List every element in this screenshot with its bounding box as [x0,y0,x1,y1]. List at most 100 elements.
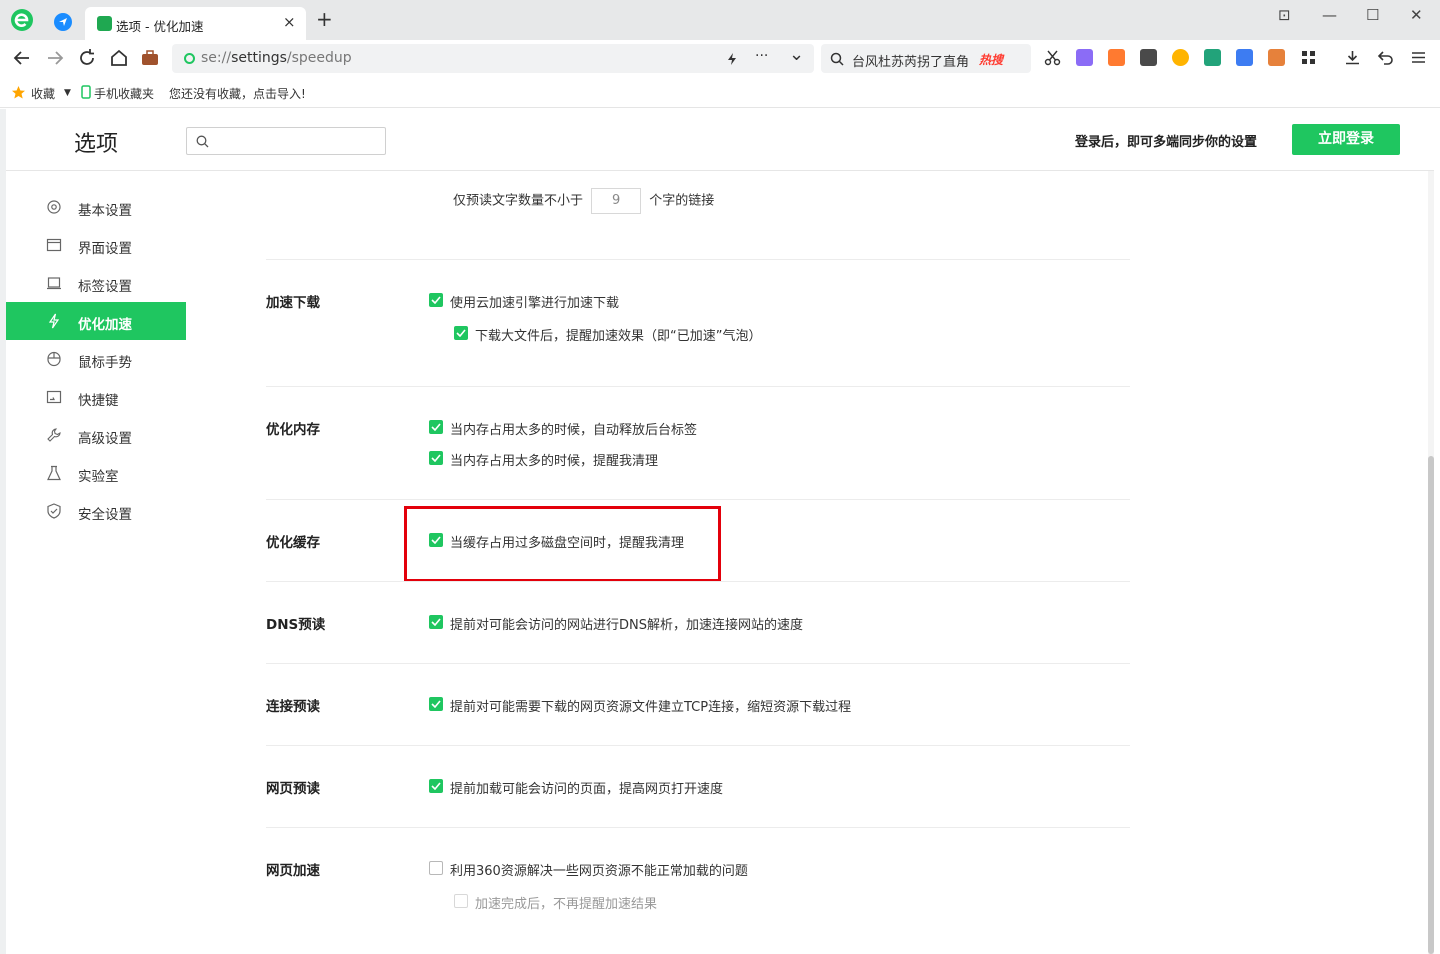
reader-icon[interactable] [1140,49,1157,66]
briefcase-icon[interactable] [139,47,161,69]
lightning-icon[interactable] [725,52,739,66]
highlight-box [404,506,721,582]
screen-record-icon[interactable] [1236,49,1253,66]
gear-icon [47,200,61,214]
section-title-connect: 连接预读 [266,699,320,715]
settings-header: 选项 登录后，即可多端同步你的设置 立即登录 [6,109,1434,171]
sidebar-item-label: 安全设置 [78,507,132,523]
checkbox-checked-icon[interactable] [429,293,443,307]
tab-settings[interactable]: 选项 - 优化加速 × [85,7,306,40]
sync-hint-text: 登录后，即可多端同步你的设置 [1075,135,1258,150]
checkbox-unchecked-icon[interactable] [429,861,443,875]
chevron-down-icon[interactable]: ⌄ [789,44,804,65]
favorites-button[interactable]: 收藏 [31,85,55,102]
sidebar-item-label: 优化加速 [78,317,132,333]
shield-icon [47,503,61,519]
home-icon[interactable] [108,47,130,69]
checkbox-checked-icon[interactable] [429,697,443,711]
sidebar-item-basic[interactable]: 基本设置 [6,188,186,226]
new-tab-button[interactable]: + [316,9,333,29]
settings-content: 仅预读文字数量不小于 9 个字的链接 加速下载 使用云加速引擎进行加速下载 下载… [186,172,1426,954]
divider [266,745,1130,746]
sidebar-item-label: 鼠标手势 [78,355,132,371]
checkbox-checked-icon[interactable] [429,451,443,465]
skin-icon[interactable]: ⊡ [1278,6,1291,24]
scrollbar-thumb[interactable] [1428,456,1434,954]
refresh-icon[interactable] [76,47,98,69]
hot-search-badge[interactable]: 热搜 [979,51,1003,68]
checkbox-checked-icon[interactable] [429,420,443,434]
sidebar-item-shortcuts[interactable]: 快捷键 [6,378,186,416]
close-tab-icon[interactable]: × [283,13,296,31]
game-icon[interactable] [1108,49,1125,66]
close-window-button[interactable]: ✕ [1410,6,1423,24]
translate-icon[interactable] [1076,49,1093,66]
sidebar-item-speedup[interactable]: 优化加速 [6,302,186,340]
settings-search-input[interactable] [186,127,386,155]
more-icon[interactable]: ··· [755,48,768,64]
section-title-download: 加速下载 [266,295,320,311]
import-hint-link[interactable]: 您还没有收藏，点击导入! [169,85,306,102]
mobile-favorites-link[interactable]: 手机收藏夹 [94,85,154,102]
login-button[interactable]: 立即登录 [1292,124,1400,155]
lightning-icon [48,313,60,329]
download-icon[interactable] [1344,49,1361,66]
forward-icon[interactable] [44,47,66,69]
browser-logo-icon[interactable] [10,8,34,32]
option-label: 提前对可能会访问的网站进行DNS解析，加速连接网站的速度 [450,618,803,633]
section-title-page-speedup: 网页加速 [266,863,320,879]
search-icon [830,52,844,66]
sidebar-item-tabs[interactable]: 标签设置 [6,264,186,302]
menu-icon[interactable] [1410,49,1427,66]
option-label: 当内存占用太多的时候，提醒我清理 [450,454,659,469]
sidebar-item-mouse-gesture[interactable]: 鼠标手势 [6,340,186,378]
sidebar-item-interface[interactable]: 界面设置 [6,226,186,264]
phone-icon [81,85,91,99]
extension-icon[interactable] [1268,49,1285,66]
section-title-memory: 优化内存 [266,422,320,438]
divider [266,259,1130,260]
checkbox-checked-icon[interactable] [429,615,443,629]
minimize-button[interactable]: — [1322,6,1337,24]
maximize-button[interactable]: ☐ [1366,6,1379,24]
secure-icon [184,53,195,64]
chatgpt-icon[interactable] [1204,49,1221,66]
favorites-dropdown-icon[interactable]: ▼ [64,88,71,98]
security-shield-icon[interactable] [1172,49,1189,66]
apps-grid-icon[interactable] [1300,49,1317,66]
checkbox-checked-icon[interactable] [454,326,468,340]
pinned-tab-icon[interactable] [54,13,72,31]
window-icon [46,238,62,252]
scissors-icon[interactable] [1044,49,1061,66]
option-label: 加速完成后，不再提醒加速结果 [475,897,658,912]
checkbox-checked-icon[interactable] [429,779,443,793]
settings-page: 选项 登录后，即可多端同步你的设置 立即登录 基本设置 界面设置 标签设置 优化… [6,109,1434,954]
sidebar-item-lab[interactable]: 实验室 [6,454,186,492]
option-label: 提前对可能需要下载的网页资源文件建立TCP连接，缩短资源下载过程 [450,700,852,715]
bookmarks-bar: 收藏 ▼ 手机收藏夹 您还没有收藏，点击导入! [0,76,1440,108]
search-box[interactable]: 台风杜苏芮拐了直角 热搜 [821,44,1031,73]
tab-bar: 选项 - 优化加速 × + ⊡ — ☐ ✕ [0,0,1440,40]
search-icon [196,135,209,148]
divider [266,663,1130,664]
sidebar-item-advanced[interactable]: 高级设置 [6,416,186,454]
wrench-icon [97,16,112,31]
divider [266,827,1130,828]
prefetch-threshold-input[interactable]: 9 [591,188,642,214]
sidebar-item-label: 标签设置 [78,279,132,295]
prefetch-threshold-row: 仅预读文字数量不小于 9 个字的链接 [453,188,714,214]
sidebar-item-label: 基本设置 [78,203,132,219]
star-icon [12,86,25,99]
divider [266,386,1130,387]
wrench-icon [47,428,61,442]
undo-icon[interactable] [1377,49,1394,66]
mouse-icon [47,351,61,367]
tab-icon [47,277,61,290]
sidebar-item-security[interactable]: 安全设置 [6,492,186,530]
back-icon[interactable] [11,47,33,69]
address-bar[interactable]: se://settings/speedup ··· ⌄ [172,44,814,73]
scrollbar[interactable] [1428,171,1434,954]
option-label: 下载大文件后，提醒加速效果（即“已加速”气泡） [475,329,762,344]
divider [266,499,1130,500]
prefetch-suffix-label: 个字的链接 [649,193,715,209]
